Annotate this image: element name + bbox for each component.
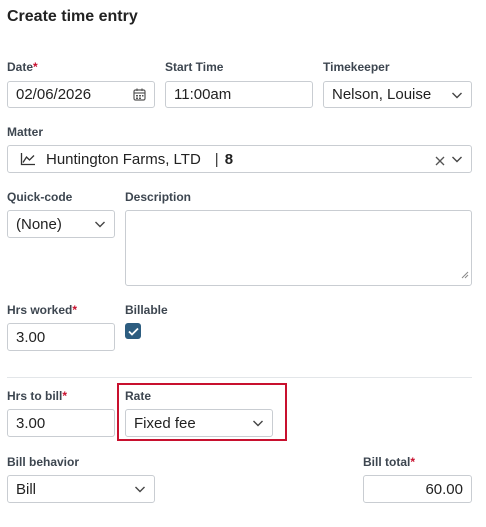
hrs-worked-label-text: Hrs worked (7, 303, 73, 317)
timekeeper-label: Timekeeper (323, 60, 390, 74)
rate-label: Rate (125, 389, 152, 403)
billable-label: Billable (125, 303, 168, 317)
matter-number: 8 (224, 150, 234, 168)
bill-total-label-text: Bill total (363, 455, 411, 469)
hrs-to-bill-value: 3.00 (16, 414, 46, 432)
required-mark: * (72, 303, 78, 317)
hrs-to-bill-label: Hrs to bill* (7, 389, 67, 403)
matter-name: Huntington Farms, LTD (46, 150, 201, 168)
section-divider (7, 377, 472, 378)
date-value: 02/06/2026 (16, 86, 92, 103)
checkmark-icon (127, 327, 139, 336)
date-label: Date* (7, 60, 38, 74)
matter-separator: | (214, 150, 219, 168)
chevron-down-icon (95, 221, 105, 228)
bill-total-value: 60.00 (425, 480, 463, 498)
date-label-text: Date (7, 60, 34, 74)
hrs-worked-value: 3.00 (16, 328, 46, 346)
bill-total-field[interactable]: 60.00 (363, 475, 472, 503)
chevron-down-icon (452, 156, 462, 163)
hrs-to-bill-field[interactable]: 3.00 (7, 409, 115, 437)
bill-behavior-label: Bill behavior (7, 455, 80, 469)
matter-chart-icon (20, 152, 36, 166)
description-label: Description (125, 190, 192, 204)
rate-value: Fixed fee (134, 414, 196, 432)
matter-label: Matter (7, 125, 44, 139)
bill-behavior-select[interactable]: Bill (7, 475, 155, 503)
start-time-field[interactable]: 11:00am (165, 81, 313, 108)
calendar-icon[interactable] (133, 88, 146, 105)
chevron-down-icon (135, 486, 145, 493)
date-field[interactable]: 02/06/2026 (7, 81, 155, 108)
hrs-worked-label: Hrs worked* (7, 303, 77, 317)
hrs-to-bill-label-text: Hrs to bill (7, 389, 63, 403)
start-time-value: 11:00am (174, 86, 232, 103)
required-mark: * (62, 389, 68, 403)
page-title: Create time entry (7, 8, 138, 25)
start-time-label: Start Time (165, 60, 224, 74)
rate-select[interactable]: Fixed fee (125, 409, 273, 437)
chevron-down-icon (253, 420, 263, 427)
timekeeper-select[interactable]: Nelson, Louise (323, 81, 472, 108)
bill-total-label: Bill total* (363, 455, 415, 469)
description-textarea[interactable] (125, 210, 472, 286)
resize-handle-icon[interactable] (461, 266, 469, 283)
hrs-worked-field[interactable]: 3.00 (7, 323, 115, 351)
required-mark: * (410, 455, 416, 469)
timekeeper-value: Nelson, Louise (332, 86, 432, 103)
clear-icon[interactable] (435, 153, 445, 170)
billable-checkbox[interactable] (125, 323, 141, 339)
quick-code-select[interactable]: (None) (7, 210, 115, 238)
required-mark: * (33, 60, 38, 74)
chevron-down-icon (452, 92, 462, 98)
matter-select[interactable]: Huntington Farms, LTD | 8 (7, 145, 472, 173)
bill-behavior-value: Bill (16, 480, 37, 498)
quick-code-label: Quick-code (7, 190, 73, 204)
quick-code-value: (None) (16, 215, 62, 233)
